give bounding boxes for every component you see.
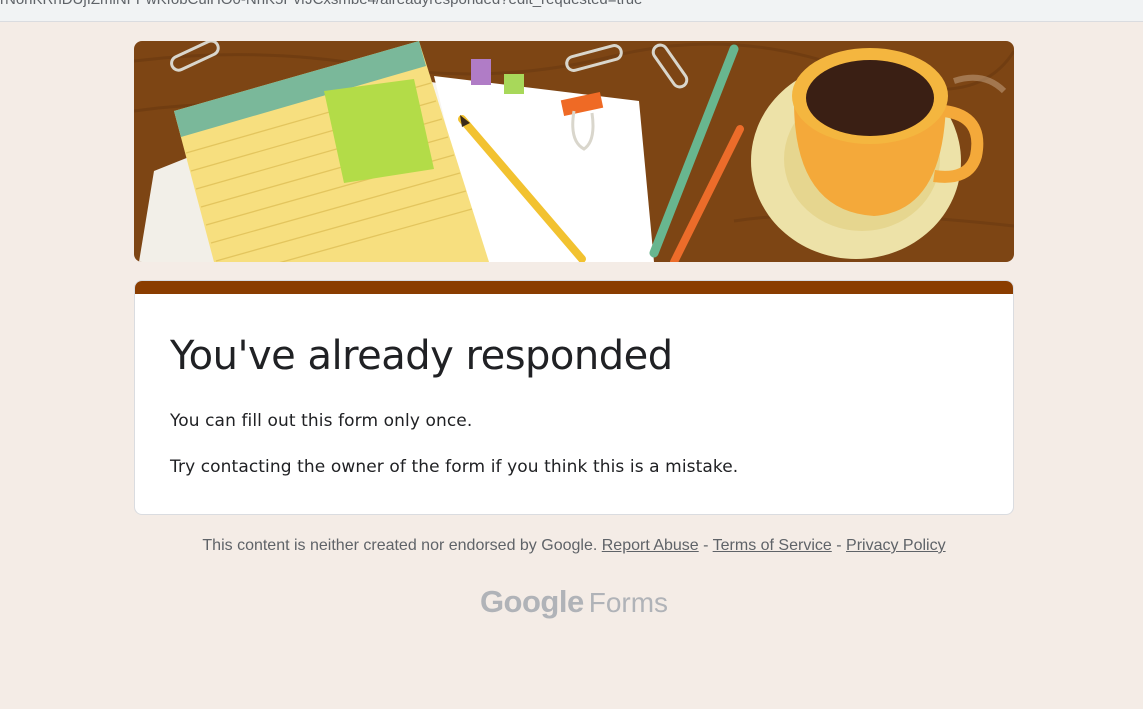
footer-separator: -: [836, 537, 842, 554]
contact-owner-message: Try contacting the owner of the form if …: [170, 457, 739, 477]
forms-wordmark: Forms: [588, 587, 669, 618]
footer-separator: -: [703, 537, 709, 554]
address-bar-url[interactable]: rNohKRhDUjIZmlNFPwKfobCulHO0-NhK5PvfJCxs…: [0, 0, 642, 8]
google-forms-logo[interactable]: Google Forms: [134, 584, 1014, 620]
once-only-message: You can fill out this form only once.: [170, 411, 473, 431]
header-banner-image: [134, 41, 1014, 262]
address-bar[interactable]: rNohKRhDUjIZmlNFPwKfobCulHO0-NhK5PvfJCxs…: [0, 0, 1143, 22]
report-abuse-link[interactable]: Report Abuse: [602, 537, 699, 554]
card-accent-bar: [135, 281, 1013, 294]
page-title: You've already responded: [170, 333, 673, 379]
footer-disclaimer: This content is neither created nor endo…: [202, 537, 598, 554]
footer: This content is neither created nor endo…: [134, 537, 1014, 555]
google-wordmark: Google: [479, 584, 584, 619]
response-card: You've already responded You can fill ou…: [134, 280, 1014, 515]
privacy-policy-link[interactable]: Privacy Policy: [846, 537, 946, 554]
terms-of-service-link[interactable]: Terms of Service: [713, 537, 832, 554]
